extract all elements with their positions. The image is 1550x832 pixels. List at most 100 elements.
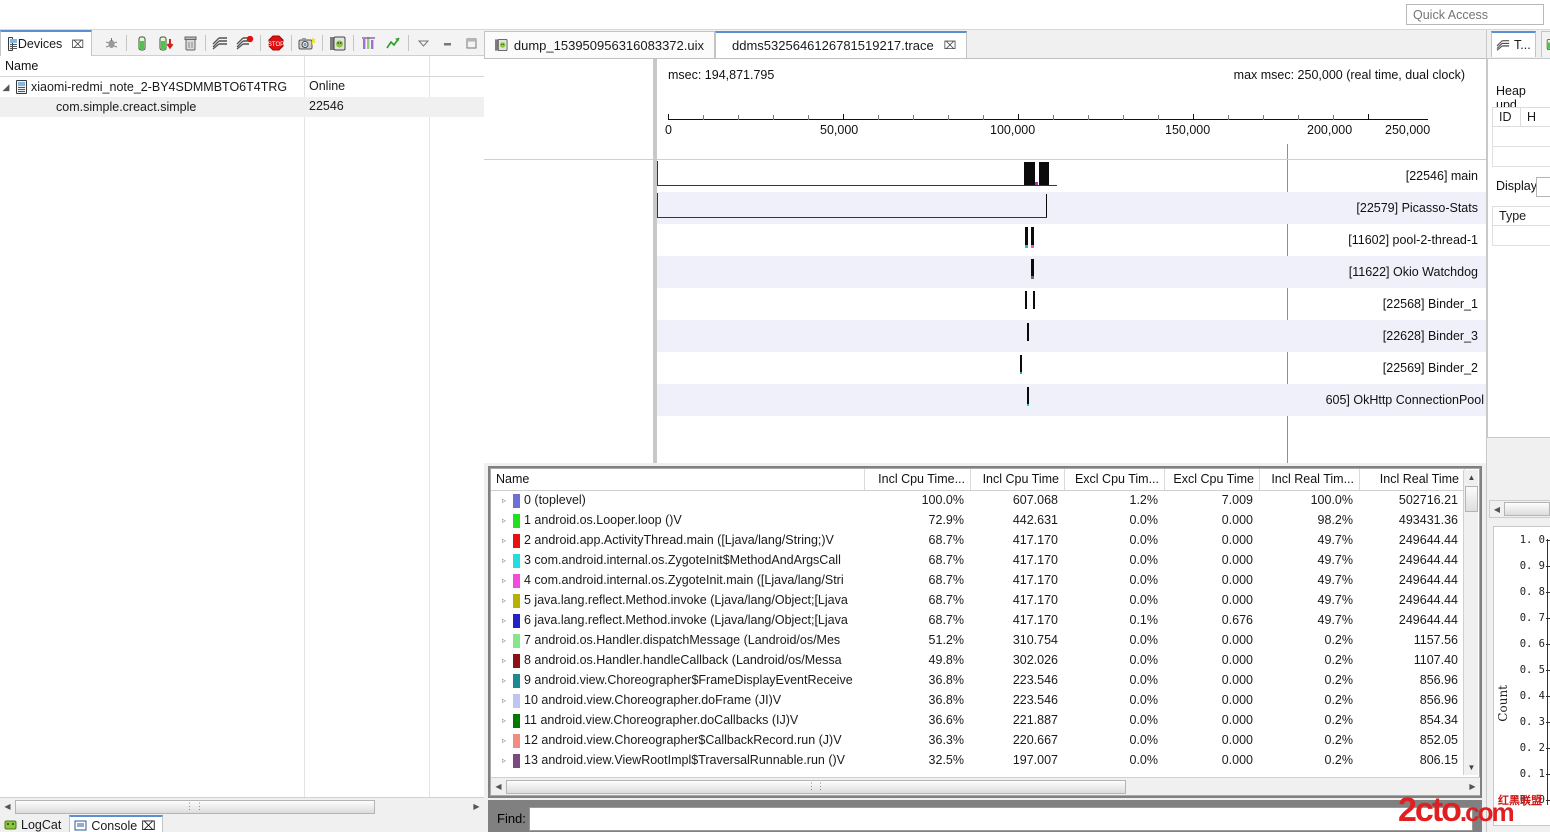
scrollbar-track[interactable]	[375, 799, 469, 815]
debug-bug-icon[interactable]	[99, 31, 123, 55]
find-input[interactable]	[529, 807, 1473, 831]
column-header-heap[interactable]: H	[1521, 108, 1550, 126]
tab-uix-dump[interactable]: dump_153950956316083372.uix	[484, 31, 715, 58]
table-row[interactable]: ▹3 com.android.internal.os.ZygoteInit$Me…	[491, 551, 1465, 571]
threads-record-icon[interactable]	[233, 31, 257, 55]
scrollbar-thumb[interactable]	[1504, 502, 1550, 516]
column-header-3[interactable]	[430, 56, 484, 77]
table-row[interactable]: ▹10 android.view.Choreographer.doFrame (…	[491, 691, 1465, 711]
scroll-down-icon[interactable]: ▼	[1464, 760, 1479, 775]
expand-triangle-icon[interactable]: ▹	[499, 756, 509, 765]
column-header-id[interactable]: ID	[1493, 108, 1521, 126]
timeline-axis	[668, 119, 1428, 120]
scroll-left-icon[interactable]: ◀	[0, 799, 15, 815]
expand-triangle-icon[interactable]: ▹	[499, 616, 509, 625]
scrollbar-thumb[interactable]: ⋮⋮	[506, 780, 1126, 794]
close-icon[interactable]: ⌧	[944, 39, 957, 52]
table-row[interactable]: ▹5 java.lang.reflect.Method.invoke (Ljav…	[491, 591, 1465, 611]
table-row[interactable]: ▹2 android.app.ActivityThread.main ([Lja…	[491, 531, 1465, 551]
expand-triangle-icon[interactable]: ▹	[499, 536, 509, 545]
table-row[interactable]: ▹11 android.view.Choreographer.doCallbac…	[491, 711, 1465, 731]
expand-triangle-icon[interactable]: ▹	[499, 656, 509, 665]
expand-triangle-icon[interactable]: ▹	[499, 636, 509, 645]
column-header-excl-cpu-pct[interactable]: Excl Cpu Tim...	[1065, 469, 1165, 490]
timeline-row-main[interactable]	[657, 160, 1486, 192]
expand-triangle-icon[interactable]: ▹	[499, 556, 509, 565]
axis-tick-label: 250,000	[1385, 123, 1430, 137]
threads-icon[interactable]	[209, 31, 233, 55]
scroll-left-icon[interactable]: ◀	[491, 779, 506, 795]
table-cell-c6: 1157.56	[1360, 631, 1465, 651]
column-header-excl-cpu-time[interactable]: Excl Cpu Time	[1165, 469, 1260, 490]
timeline-panel[interactable]: msec: 194,871.795 max msec: 250,000 (rea…	[484, 58, 1486, 462]
stop-icon[interactable]: STOP	[264, 31, 288, 55]
heap-histogram-chart[interactable]: Count 1. 0 0. 9 0. 8 0. 7 0. 6 0. 5 0. 4…	[1493, 526, 1550, 826]
scroll-up-icon[interactable]: ▲	[1464, 470, 1479, 485]
column-header-incl-real-pct[interactable]: Incl Real Tim...	[1260, 469, 1360, 490]
minimize-icon[interactable]	[436, 31, 460, 55]
table-row[interactable]: ▹1 android.os.Looper.loop ()V72.9%442.63…	[491, 511, 1465, 531]
profile-hscrollbar[interactable]: ◀ ⋮⋮ ▶	[491, 777, 1480, 795]
trash-icon[interactable]	[178, 31, 202, 55]
expand-triangle-icon[interactable]: ▹	[499, 496, 509, 505]
allocation-tracker-icon[interactable]	[357, 31, 381, 55]
view-menu-icon[interactable]	[412, 31, 436, 55]
expand-triangle-icon[interactable]: ▹	[499, 516, 509, 525]
table-row[interactable]: ▹8 android.os.Handler.handleCallback (La…	[491, 651, 1465, 671]
expand-twisty-icon[interactable]: ◢	[0, 78, 12, 97]
column-header-2[interactable]	[305, 56, 430, 77]
screenshot-icon[interactable]	[295, 31, 319, 55]
tab-trace[interactable]: ddms5325646126781519217.trace ⌧	[715, 31, 967, 58]
tab-logcat[interactable]: LogCat	[0, 815, 67, 832]
tab-devices[interactable]: Devices ⌧	[0, 30, 92, 56]
expand-triangle-icon[interactable]: ▹	[499, 716, 509, 725]
devices-hscrollbar[interactable]: ◀ ⋮⋮ ▶	[0, 797, 484, 815]
column-header-type[interactable]: Type	[1493, 207, 1550, 225]
table-cell-c1: 68.7%	[865, 591, 971, 611]
scroll-left-icon[interactable]: ◀	[1490, 501, 1504, 517]
display-select[interactable]	[1536, 177, 1550, 197]
tab-console[interactable]: Console ⌧	[69, 815, 162, 832]
watermark-main: 2cto.com	[1398, 791, 1513, 830]
timeline-row-binder2[interactable]	[657, 352, 1486, 384]
expand-triangle-icon[interactable]: ▹	[499, 696, 509, 705]
table-row[interactable]: ▹ 9 android.view.Choreographer$FrameDispl…	[491, 671, 1465, 691]
expand-triangle-icon[interactable]: ▹	[499, 576, 509, 585]
expand-triangle-icon[interactable]: ▹	[499, 676, 509, 685]
column-header-incl-cpu-pct[interactable]: Incl Cpu Time...	[865, 469, 971, 490]
right-panel-hscrollbar[interactable]: ◀	[1489, 500, 1550, 518]
heap-icon[interactable]	[130, 31, 154, 55]
timeline-row-binder1[interactable]	[657, 288, 1486, 320]
table-row[interactable]: com.simple.creact.simple 22546	[0, 97, 484, 117]
table-row[interactable]: ▹7 android.os.Handler.dispatchMessage (L…	[491, 631, 1465, 651]
close-icon[interactable]: ⌧	[71, 38, 84, 51]
table-row[interactable]: ▹13 android.view.ViewRootImpl$TraversalR…	[491, 751, 1465, 771]
quick-access-input[interactable]	[1406, 4, 1544, 25]
device-screen-icon[interactable]	[326, 31, 350, 55]
profile-table-body[interactable]: ▹0 (toplevel)100.0%607.0681.2%7.009100.0…	[491, 491, 1465, 775]
scrollbar-thumb[interactable]: ⋮⋮	[15, 800, 375, 814]
scroll-right-icon[interactable]: ▶	[469, 799, 484, 815]
table-row[interactable]: ▹0 (toplevel)100.0%607.0681.2%7.009100.0…	[491, 491, 1465, 511]
tab-heap[interactable]	[1541, 31, 1550, 57]
timeline-row-binder3[interactable]	[657, 320, 1486, 352]
scrollbar-thumb[interactable]	[1465, 486, 1478, 512]
table-row[interactable]: ◢ xiaomi-redmi_note_2-BY4SDMMBTO6T4TRG O…	[0, 77, 484, 97]
tab-threads[interactable]: T...	[1491, 31, 1536, 57]
profile-vscrollbar[interactable]: ▲ ▼	[1463, 470, 1478, 775]
table-row[interactable]: ▹12 android.view.Choreographer$CallbackR…	[491, 731, 1465, 751]
thread-label-picasso: [22579] Picasso-Stats	[1356, 192, 1478, 224]
close-icon[interactable]: ⌧	[141, 818, 155, 832]
heap-update-icon[interactable]	[154, 31, 178, 55]
table-row[interactable]: ▹6 java.lang.reflect.Method.invoke (Ljav…	[491, 611, 1465, 631]
expand-triangle-icon[interactable]: ▹	[499, 736, 509, 745]
table-row[interactable]: ▹4 com.android.internal.os.ZygoteInit.ma…	[491, 571, 1465, 591]
column-header-incl-real-time[interactable]: Incl Real Time	[1360, 469, 1465, 490]
maximize-icon[interactable]	[460, 31, 484, 55]
column-header-name[interactable]: Name	[491, 469, 865, 490]
method-name: 9 android.view.Choreographer$FrameDispla…	[524, 671, 862, 691]
column-header-name[interactable]: Name	[0, 56, 305, 77]
sysinfo-graph-icon[interactable]	[381, 31, 405, 55]
column-header-incl-cpu-time[interactable]: Incl Cpu Time	[971, 469, 1065, 490]
expand-triangle-icon[interactable]: ▹	[499, 596, 509, 605]
